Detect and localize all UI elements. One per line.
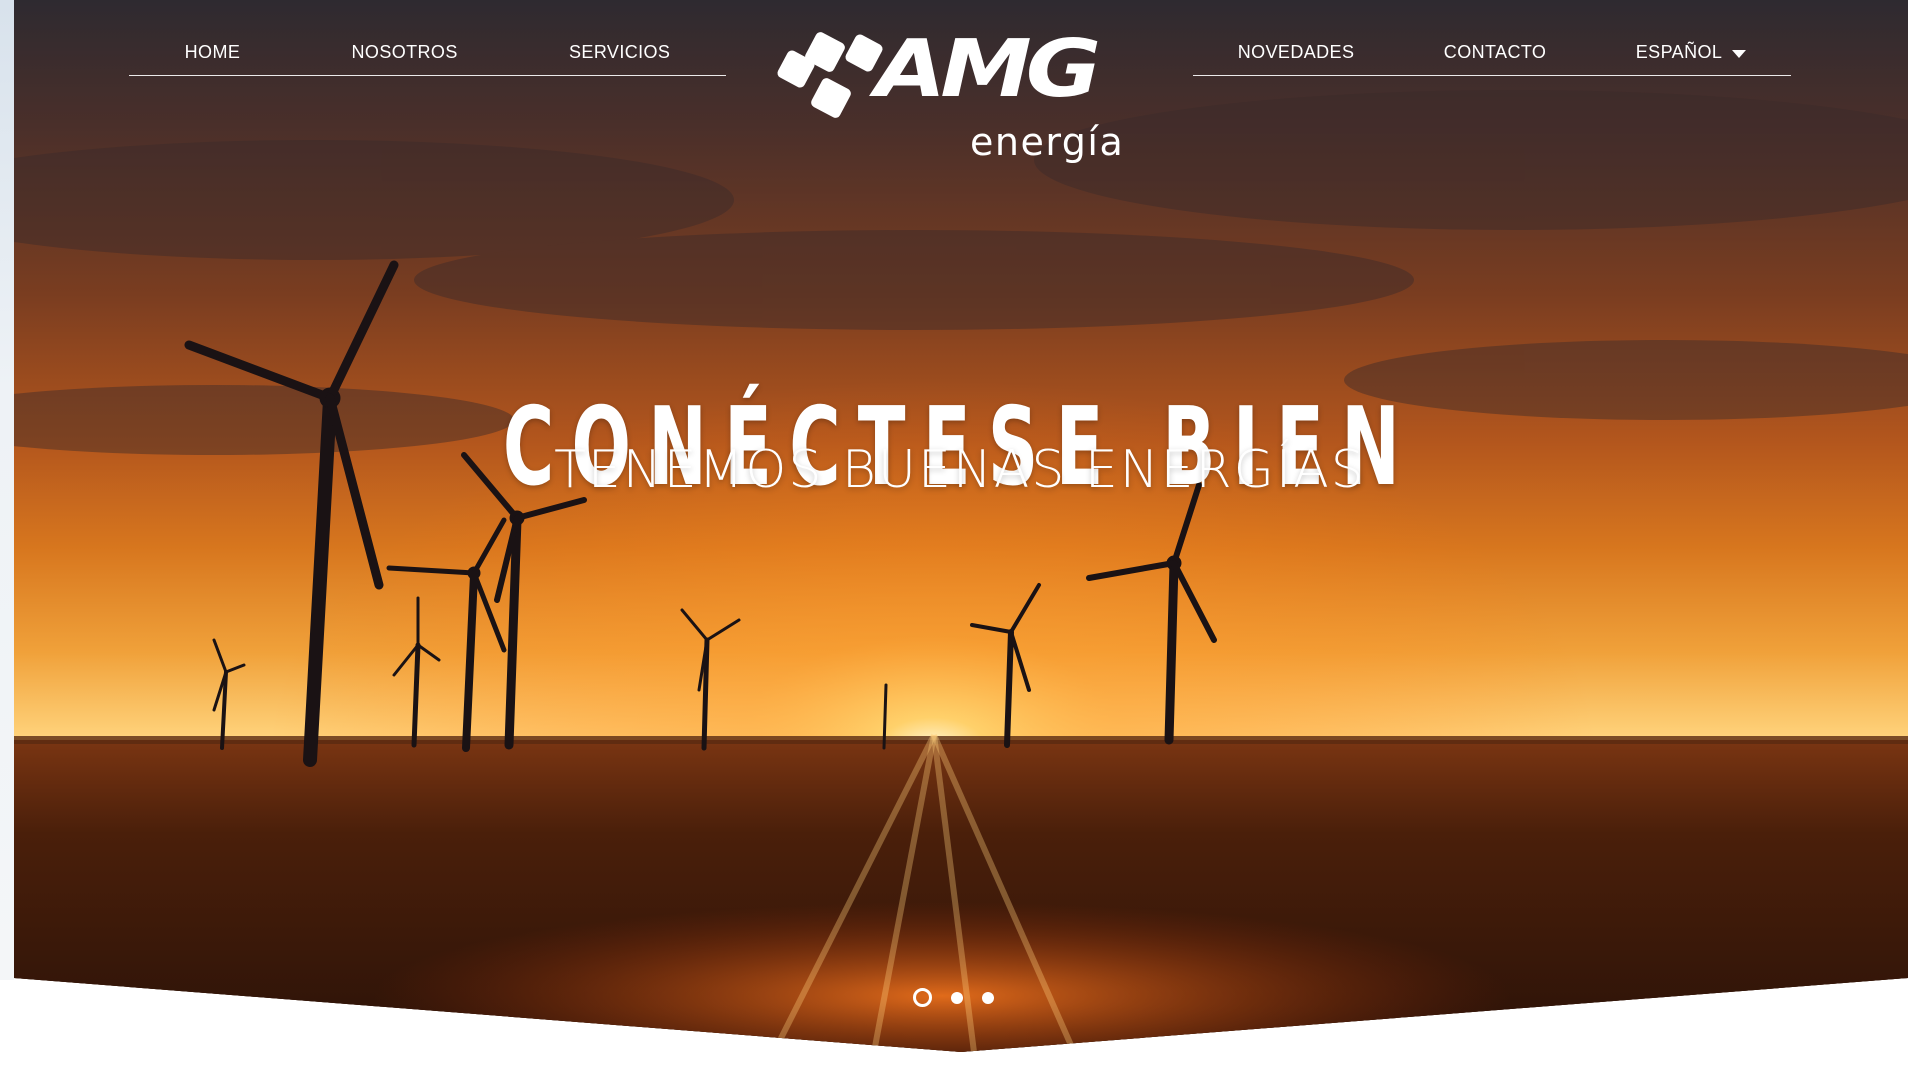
nav-nosotros[interactable]: NOSOTROS (352, 30, 458, 63)
nav-novedades[interactable]: NOVEDADES (1238, 30, 1355, 63)
caret-down-icon (1732, 49, 1747, 58)
logo-wordmark: AMG (875, 23, 1101, 116)
page: HOME NOSOTROS SERVICIOS NOVEDADES CONTAC… (0, 0, 1920, 1080)
nav-left-group: HOME NOSOTROS SERVICIOS (129, 30, 726, 76)
language-selector[interactable]: ESPAÑOL (1636, 30, 1747, 63)
site-logo[interactable]: AMG energía (775, 28, 1145, 168)
nav-home[interactable]: HOME (185, 30, 241, 63)
nav-right-group: NOVEDADES CONTACTO ESPAÑOL (1193, 30, 1791, 76)
nav-contacto[interactable]: CONTACTO (1444, 30, 1547, 63)
nav-servicios[interactable]: SERVICIOS (569, 30, 670, 63)
language-label: ESPAÑOL (1635, 42, 1723, 62)
slider-dot-3[interactable] (982, 991, 994, 1004)
slider-pagination (913, 988, 994, 1007)
hero-subheadline: TENEMOS BUENAS ENERGÍAS (554, 440, 1366, 500)
slider-dot-1[interactable] (913, 988, 932, 1007)
slider-dot-2[interactable] (951, 991, 963, 1004)
logo-tagline: energía (970, 120, 1125, 164)
logo-mark-icon (777, 32, 883, 118)
